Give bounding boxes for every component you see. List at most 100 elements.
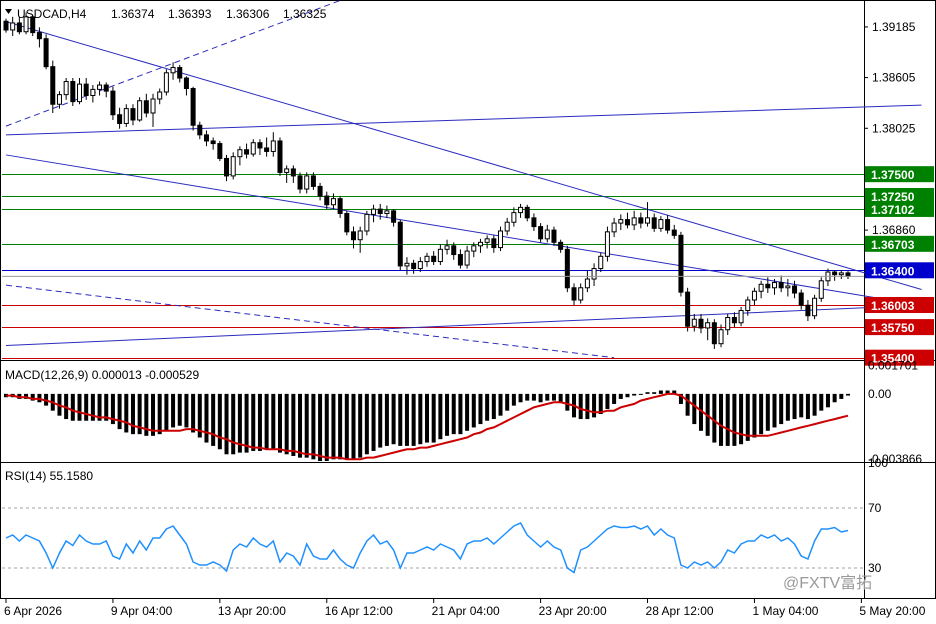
bull-candle <box>437 248 443 263</box>
bear-candle <box>558 241 564 250</box>
bull-candle <box>371 208 377 215</box>
macd-bar <box>318 393 323 461</box>
bear-candle <box>792 285 798 294</box>
macd-tick-label: 0.00 <box>868 387 892 401</box>
bull-candle <box>137 100 143 121</box>
macd-bar <box>471 393 476 428</box>
collapse-triangle-icon[interactable] <box>5 9 12 14</box>
macd-bar <box>638 393 643 395</box>
macd-bar <box>839 393 844 399</box>
macd-bar <box>531 393 536 401</box>
macd-title: MACD(12,26,9) 0.000013 -0.000529 <box>5 368 199 382</box>
bear-candle <box>350 231 356 241</box>
bear-candle <box>431 255 437 263</box>
macd-bar <box>358 393 363 458</box>
macd-bar <box>418 393 423 445</box>
macd-bar <box>759 393 764 435</box>
bear-candle <box>244 149 250 155</box>
time-tick-label: 16 Apr 12:00 <box>325 604 393 618</box>
bear-candle <box>571 287 577 301</box>
macd-bar <box>625 393 630 398</box>
time-tick-label: 9 Apr 04:00 <box>111 604 173 618</box>
macd-bar <box>518 393 523 403</box>
bull-candle <box>150 98 156 114</box>
macd-bar <box>411 393 416 446</box>
rsi-title: RSI(14) 55.1580 <box>5 469 93 483</box>
macd-bar <box>364 393 369 455</box>
bear-candle <box>805 304 811 317</box>
bear-candle <box>297 175 303 190</box>
bear-candle <box>110 90 116 116</box>
bear-candle <box>451 245 457 256</box>
macd-bar <box>498 393 503 416</box>
macd-bar <box>351 393 356 460</box>
bear-candle <box>411 262 417 270</box>
bear-candle <box>531 217 537 228</box>
macd-bar <box>592 393 597 418</box>
price-tick-label: 1.39185 <box>872 20 916 34</box>
macd-bar <box>371 393 376 451</box>
open-price: 1.36374 <box>111 7 155 21</box>
macd-bar <box>612 393 617 404</box>
bull-candle <box>237 149 243 158</box>
bull-candle <box>604 231 610 257</box>
time-tick-label: 5 May 20:00 <box>859 604 925 618</box>
bear-candle <box>117 114 123 124</box>
bear-candle <box>70 81 76 103</box>
macd-bar <box>191 393 196 433</box>
bull-candle <box>771 282 777 289</box>
bull-candle <box>484 238 490 243</box>
macd-bar <box>685 393 690 416</box>
bear-candle <box>457 254 463 266</box>
rsi-tick-label: 100 <box>868 456 888 470</box>
macd-bar <box>505 393 510 411</box>
chart-header: USDCAD,H4 1.36374 1.36393 1.36306 1.3632… <box>5 7 327 21</box>
usdcad-h4-chart: 1.391851.386051.380251.368601.375001.372… <box>0 0 936 618</box>
bull-candle <box>444 245 450 250</box>
time-tick-label: 23 Apr 20:00 <box>539 604 607 618</box>
bear-candle <box>264 147 270 152</box>
bull-candle <box>718 329 724 345</box>
level-tag-label: 1.36003 <box>871 299 915 313</box>
macd-bar <box>177 393 182 426</box>
bear-candle <box>524 206 530 219</box>
bull-candle <box>471 245 477 252</box>
macd-bar <box>451 393 456 435</box>
macd-bar <box>618 393 623 399</box>
macd-bar <box>117 393 122 430</box>
time-tick-label: 13 Apr 20:00 <box>218 604 286 618</box>
level-tag-label: 1.37500 <box>871 168 915 182</box>
macd-bar <box>725 393 730 446</box>
macd-bar <box>732 393 737 446</box>
level-tag-label: 1.37102 <box>871 203 915 217</box>
bull-candle <box>157 91 163 100</box>
macd-panel <box>3 390 851 461</box>
bear-candle <box>317 185 323 197</box>
price-tick-label: 1.38025 <box>872 121 916 135</box>
macd-bar <box>545 393 550 401</box>
macd-bar <box>719 393 724 446</box>
bull-candle <box>477 241 483 247</box>
symbol-label: USDCAD,H4 <box>17 7 87 21</box>
bull-candle <box>270 140 276 152</box>
macd-bar <box>445 393 450 436</box>
macd-bar <box>311 393 316 460</box>
bear-candle <box>324 195 330 206</box>
bear-candle <box>277 140 283 173</box>
macd-bar <box>271 393 276 450</box>
bull-candle <box>611 222 617 233</box>
bear-candle <box>685 291 691 327</box>
bear-candle <box>183 77 189 90</box>
bear-candle <box>217 143 223 159</box>
macd-bar <box>224 393 229 455</box>
bear-candle <box>538 226 544 240</box>
rsi-panel <box>2 507 864 574</box>
outer-frame <box>0 0 936 599</box>
time-axis: 6 Apr 2026 9 Apr 04:00 13 Apr 20:00 16 Apr … <box>4 598 926 618</box>
macd-bar <box>558 393 563 403</box>
trendline-5 <box>5 284 615 359</box>
level-tag-label: 1.36703 <box>871 238 915 252</box>
level-tag-label: 1.36400 <box>871 264 915 278</box>
trendline-0 <box>5 21 922 291</box>
macd-bar <box>438 393 443 440</box>
